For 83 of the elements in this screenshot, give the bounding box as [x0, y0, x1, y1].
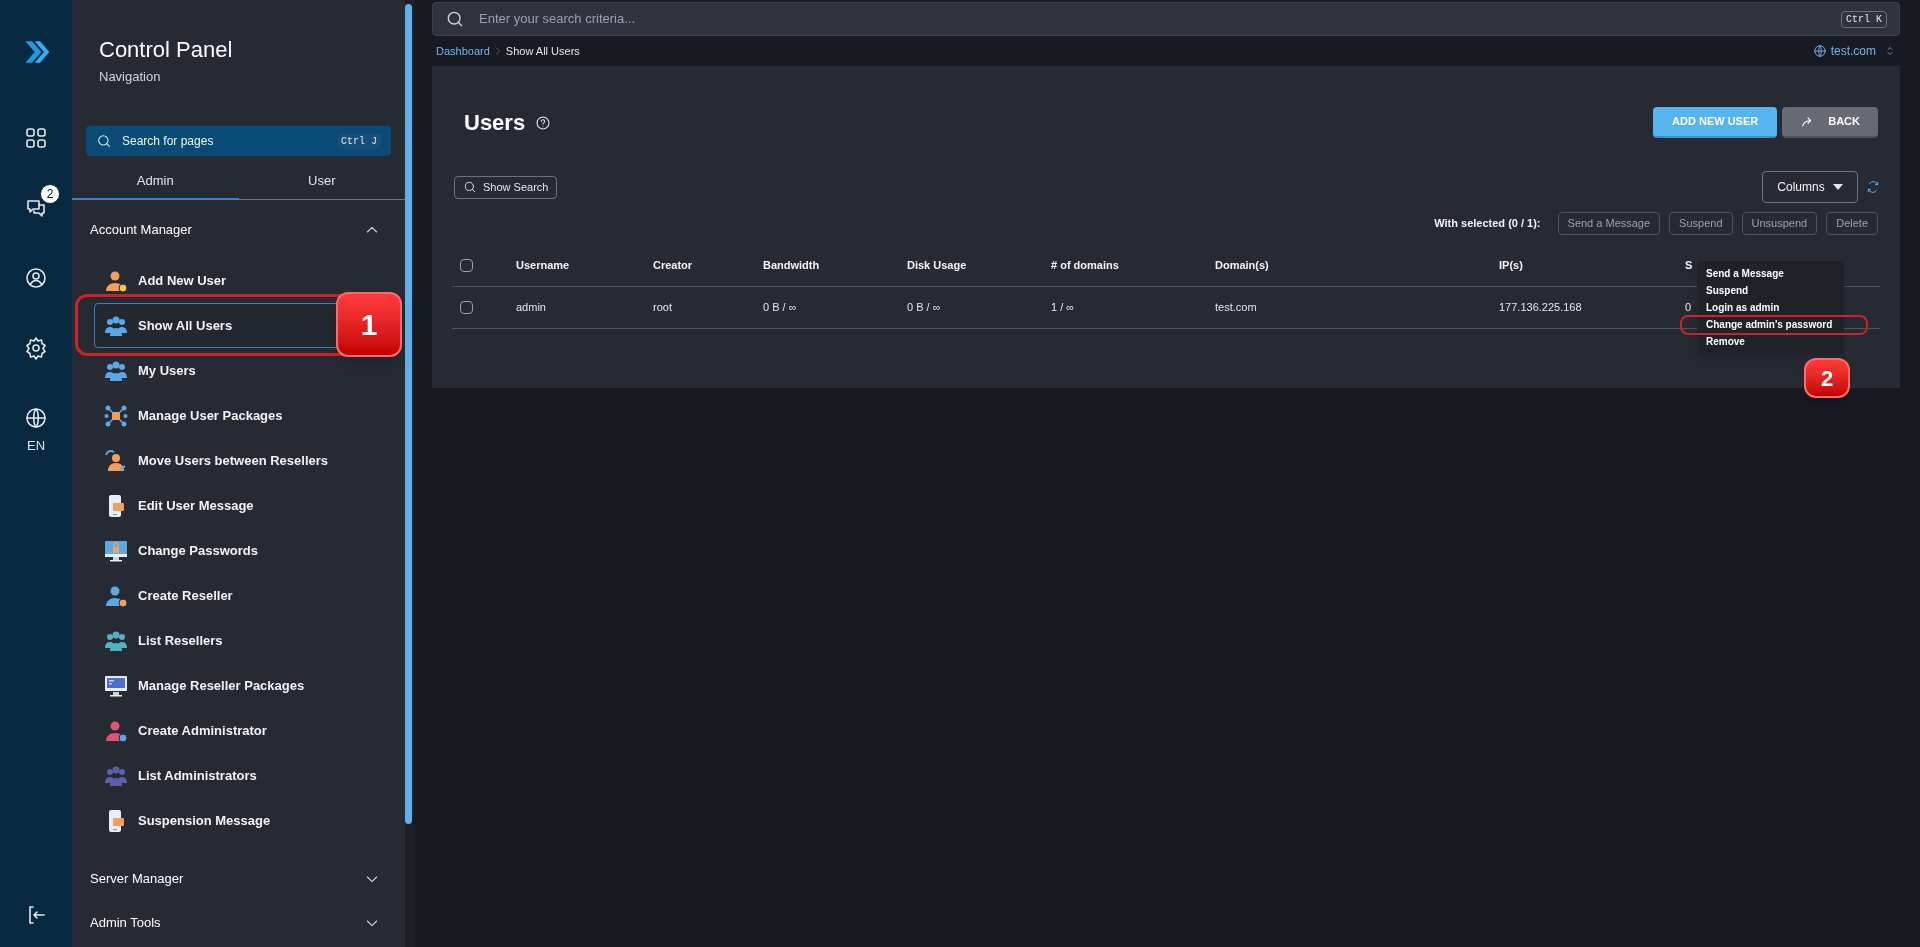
callout-tooltip: 1 — [336, 292, 402, 357]
menu-item[interactable]: Remove — [1697, 335, 1844, 348]
show-search-button[interactable]: Show Search — [454, 175, 558, 199]
back-button[interactable]: BACK — [1782, 107, 1878, 138]
language-button[interactable]: EN — [24, 406, 48, 456]
callout-tooltip: 2 — [1804, 358, 1850, 398]
nav-item[interactable]: Move Users between Resellers — [94, 448, 383, 473]
network-icon — [104, 403, 128, 428]
global-search-field[interactable]: Enter your search criteria... Ctrl K — [432, 2, 1900, 36]
column-header: Disk Usage — [907, 258, 967, 274]
help-icon — [535, 114, 552, 131]
menu-item[interactable]: Login as admin — [1697, 301, 1844, 314]
globe-icon — [1812, 44, 1827, 58]
user-circle-icon — [24, 266, 48, 290]
column-header: Creator — [653, 258, 693, 274]
caret-icon — [1832, 184, 1843, 190]
sidebar-title: Control Panel — [99, 36, 234, 64]
search-icon — [96, 133, 112, 149]
table-cell-text: 0 — [1685, 300, 1692, 316]
globe-icon — [24, 406, 48, 430]
nav-item[interactable]: Create Administrator — [94, 718, 383, 743]
nav-item[interactable]: Suspension Message — [94, 808, 383, 833]
sidebar-subtitle: Navigation — [99, 68, 162, 86]
column-header: Username — [516, 258, 570, 274]
bulk-action-button[interactable]: Send a Message — [1557, 212, 1661, 235]
nav-item[interactable]: List Administrators — [94, 763, 383, 788]
shortcut-key: Ctrl J — [337, 133, 381, 149]
refresh-icon — [1866, 180, 1880, 194]
sidebar-tab[interactable]: Admin — [72, 164, 239, 200]
column-header: Domain(s) — [1215, 258, 1269, 274]
search-placeholder: Enter your search criteria... — [479, 10, 637, 29]
grid-icon — [24, 126, 48, 150]
search-icon — [445, 9, 465, 29]
notification-badge: 2 — [40, 184, 60, 204]
nav-item[interactable]: My Users — [94, 358, 383, 383]
section-header[interactable]: Admin Tools — [72, 901, 405, 945]
nav-item[interactable]: List Resellers — [94, 628, 383, 653]
table-cell-text: 0 B / ∞ — [763, 300, 797, 316]
nav-item[interactable]: Manage Reseller Packages — [94, 673, 383, 698]
section-header[interactable]: Server Manager — [72, 857, 405, 901]
selection-count: With selected (0 / 1): — [1434, 216, 1541, 232]
select-all-checkbox[interactable] — [460, 259, 473, 272]
table-cell-text: 177.136.225.168 — [1499, 300, 1582, 316]
profile-button[interactable] — [24, 266, 48, 290]
dashboard-button[interactable] — [24, 126, 48, 150]
nav-item[interactable]: Create Reseller — [94, 583, 383, 608]
breadcrumb-link[interactable]: Dashboard — [436, 42, 490, 60]
sidebar-tab[interactable]: User — [238, 164, 405, 200]
menu-item[interactable]: Change admin's password — [1697, 318, 1844, 331]
column-header: IP(s) — [1499, 258, 1523, 274]
table-cell-text: admin — [516, 300, 546, 316]
user-transfer-icon — [104, 448, 128, 473]
section-header[interactable]: Account Manager — [72, 208, 405, 252]
settings-icon — [24, 336, 48, 360]
breadcrumb-current: Show All Users — [505, 43, 580, 59]
menu-item[interactable]: Send a Message — [1697, 267, 1844, 280]
domain-selector[interactable]: test.com — [1812, 42, 1896, 60]
bulk-action-button[interactable]: Unsuspend — [1741, 212, 1818, 235]
page-title: Users — [464, 109, 526, 137]
bulk-action-button[interactable]: Delete — [1826, 212, 1878, 235]
menu-item[interactable]: Suspend — [1697, 284, 1844, 297]
page-search-field[interactable]: Search for pages Ctrl J — [86, 126, 391, 156]
settings-button[interactable] — [24, 336, 48, 360]
nav-item[interactable]: Manage User Packages — [94, 403, 383, 428]
table-cell-text: root — [653, 300, 672, 316]
column-header: Bandwidth — [763, 258, 820, 274]
row-checkbox[interactable] — [460, 301, 473, 314]
monitor-lock-icon — [104, 538, 128, 563]
bulk-action-button[interactable]: Suspend — [1669, 212, 1733, 235]
column-header: # of domains — [1051, 258, 1119, 274]
table-cell-text: 1 / ∞ — [1051, 300, 1075, 316]
shortcut-key: Ctrl K — [1841, 10, 1887, 28]
column-header: S — [1685, 258, 1693, 274]
search-placeholder: Search for pages — [122, 133, 215, 150]
refresh-button[interactable] — [1866, 180, 1880, 194]
table-cell-text: test.com — [1215, 300, 1257, 316]
table-cell-text: 0 B / ∞ — [907, 300, 941, 316]
nav-item[interactable]: Edit User Message — [94, 493, 383, 518]
columns-dropdown[interactable]: Columns — [1762, 171, 1858, 203]
sort-icon — [1884, 45, 1896, 57]
monitor-icon — [104, 673, 128, 698]
search-icon — [463, 180, 477, 194]
nav-item[interactable]: Change Passwords — [94, 538, 383, 563]
